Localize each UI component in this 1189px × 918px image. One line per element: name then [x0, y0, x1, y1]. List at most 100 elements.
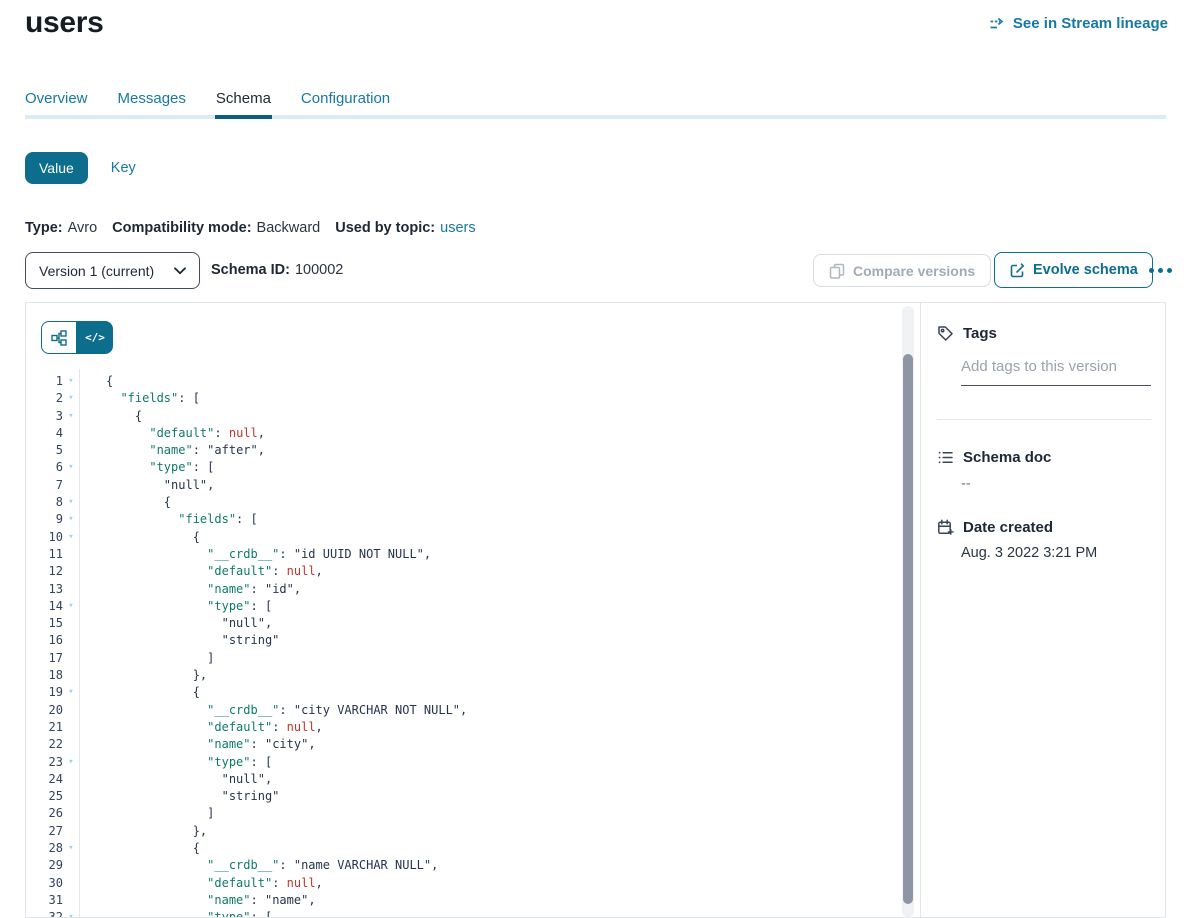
- code-text: "type": [: [106, 459, 214, 476]
- line-number: 16: [26, 632, 63, 649]
- schema-doc-title: Schema doc: [963, 449, 1051, 466]
- code-line: 22 "name": "city",: [26, 736, 901, 753]
- sidebar-separator: [920, 303, 921, 917]
- code-text: "default": null,: [106, 425, 265, 442]
- meta-label: Used by topic:: [335, 220, 435, 236]
- meta-value: Backward: [257, 220, 321, 236]
- line-number: 6: [26, 459, 63, 476]
- line-number: 27: [26, 823, 63, 840]
- code-line: 16 "string": [26, 632, 901, 649]
- chevron-down-icon: [174, 267, 186, 275]
- copy-icon: [829, 263, 845, 279]
- code-text: },: [106, 823, 207, 840]
- line-number: 10: [26, 529, 63, 546]
- more-options-button[interactable]: [1144, 252, 1176, 288]
- line-number: 1: [26, 373, 63, 390]
- stream-lineage-link[interactable]: See in Stream lineage: [989, 15, 1168, 32]
- collapse-spacer: [63, 736, 79, 753]
- code-line: 5 "name": "after",: [26, 442, 901, 459]
- collapse-spacer: [63, 615, 79, 632]
- evolve-schema-button[interactable]: Evolve schema: [994, 252, 1153, 288]
- collapse-toggle-icon[interactable]: ▾: [63, 529, 79, 546]
- code-text: "type": [: [106, 754, 272, 771]
- code-text: "type": [: [106, 598, 272, 615]
- collapse-spacer: [63, 702, 79, 719]
- code-text: ]: [106, 650, 214, 667]
- meta-bar: Type:Avro Compatibility mode: Backward Used…: [25, 220, 476, 236]
- code-line: 19▾ {: [26, 684, 901, 701]
- code-line: 6▾ "type": [: [26, 459, 901, 476]
- code-text: "name": "id",: [106, 581, 301, 598]
- meta-label: Compatibility mode:: [112, 220, 251, 236]
- line-number: 9: [26, 511, 63, 528]
- compare-versions-button[interactable]: Compare versions: [813, 254, 991, 287]
- collapse-spacer: [63, 805, 79, 822]
- value-toggle-button[interactable]: Value: [25, 152, 88, 184]
- code-line: 23▾ "type": [: [26, 754, 901, 771]
- collapse-spacer: [63, 442, 79, 459]
- collapse-toggle-icon[interactable]: ▾: [63, 754, 79, 771]
- line-number: 23: [26, 754, 63, 771]
- code-text: "null",: [106, 477, 214, 494]
- code-line: 31 "name": "name",: [26, 892, 901, 909]
- collapse-toggle-icon[interactable]: ▾: [63, 408, 79, 425]
- date-created-title: Date created: [963, 519, 1053, 536]
- sidebar-divider: [937, 419, 1151, 420]
- code-text: "null",: [106, 615, 272, 632]
- code-text: {: [106, 840, 200, 857]
- evolve-schema-label: Evolve schema: [1033, 262, 1138, 278]
- line-number: 17: [26, 650, 63, 667]
- code-view-button[interactable]: </>: [77, 321, 113, 354]
- meta-label: Type:: [25, 220, 63, 236]
- collapse-toggle-icon[interactable]: ▾: [63, 459, 79, 476]
- meta-item: Type:Avro: [25, 220, 97, 236]
- collapse-toggle-icon[interactable]: ▾: [63, 494, 79, 511]
- code-line: 13 "name": "id",: [26, 581, 901, 598]
- tree-view-button[interactable]: [41, 321, 77, 354]
- tab-schema[interactable]: Schema: [216, 90, 271, 119]
- code-text: {: [106, 494, 171, 511]
- collapse-toggle-icon[interactable]: ▾: [63, 840, 79, 857]
- code-line: 20 "__crdb__": "city VARCHAR NOT NULL",: [26, 702, 901, 719]
- code-text: "default": null,: [106, 563, 323, 580]
- collapse-toggle-icon[interactable]: ▾: [63, 684, 79, 701]
- collapse-toggle-icon[interactable]: ▾: [63, 390, 79, 407]
- meta-value-link[interactable]: users: [440, 220, 475, 236]
- collapse-spacer: [63, 719, 79, 736]
- line-number: 15: [26, 615, 63, 632]
- code-line: 17 ]: [26, 650, 901, 667]
- code-scrollbar-thumb[interactable]: [903, 354, 913, 904]
- collapse-spacer: [63, 788, 79, 805]
- key-toggle-link[interactable]: Key: [111, 160, 136, 176]
- code-line: 14▾ "type": [: [26, 598, 901, 615]
- line-number: 5: [26, 442, 63, 459]
- line-number: 29: [26, 857, 63, 874]
- date-created-value: Aug. 3 2022 3:21 PM: [961, 545, 1097, 561]
- code-text: {: [106, 684, 200, 701]
- schema-id-value: 100002: [295, 262, 343, 278]
- collapse-toggle-icon[interactable]: ▾: [63, 598, 79, 615]
- tags-input[interactable]: [961, 358, 1151, 386]
- code-line: 11 "__crdb__": "id UUID NOT NULL",: [26, 546, 901, 563]
- version-select[interactable]: Version 1 (current): [25, 252, 200, 289]
- collapse-spacer: [63, 632, 79, 649]
- collapse-spacer: [63, 546, 79, 563]
- schema-sidebar: Tags Schema doc -- Date created Aug. 3 2…: [937, 303, 1151, 917]
- collapse-toggle-icon[interactable]: ▾: [63, 373, 79, 390]
- schema-page: { "page_title": "users", "header": { "li…: [0, 0, 1189, 916]
- line-number: 13: [26, 581, 63, 598]
- collapse-toggle-icon[interactable]: ▾: [63, 511, 79, 528]
- code-line: 18 },: [26, 667, 901, 684]
- code-line: 1▾{: [26, 373, 901, 390]
- hierarchy-icon: [51, 330, 67, 346]
- code-text: "default": null,: [106, 719, 323, 736]
- line-number: 22: [26, 736, 63, 753]
- code-line: 25 "string": [26, 788, 901, 805]
- code-text: "default": null,: [106, 875, 323, 892]
- code-lines: 1▾{2▾ "fields": [3▾ {4 "default": null,5…: [26, 373, 901, 917]
- line-number: 20: [26, 702, 63, 719]
- code-text: ]: [106, 805, 214, 822]
- line-number: 3: [26, 408, 63, 425]
- code-text: "__crdb__": "city VARCHAR NOT NULL",: [106, 702, 467, 719]
- code-text: "fields": [: [106, 511, 258, 528]
